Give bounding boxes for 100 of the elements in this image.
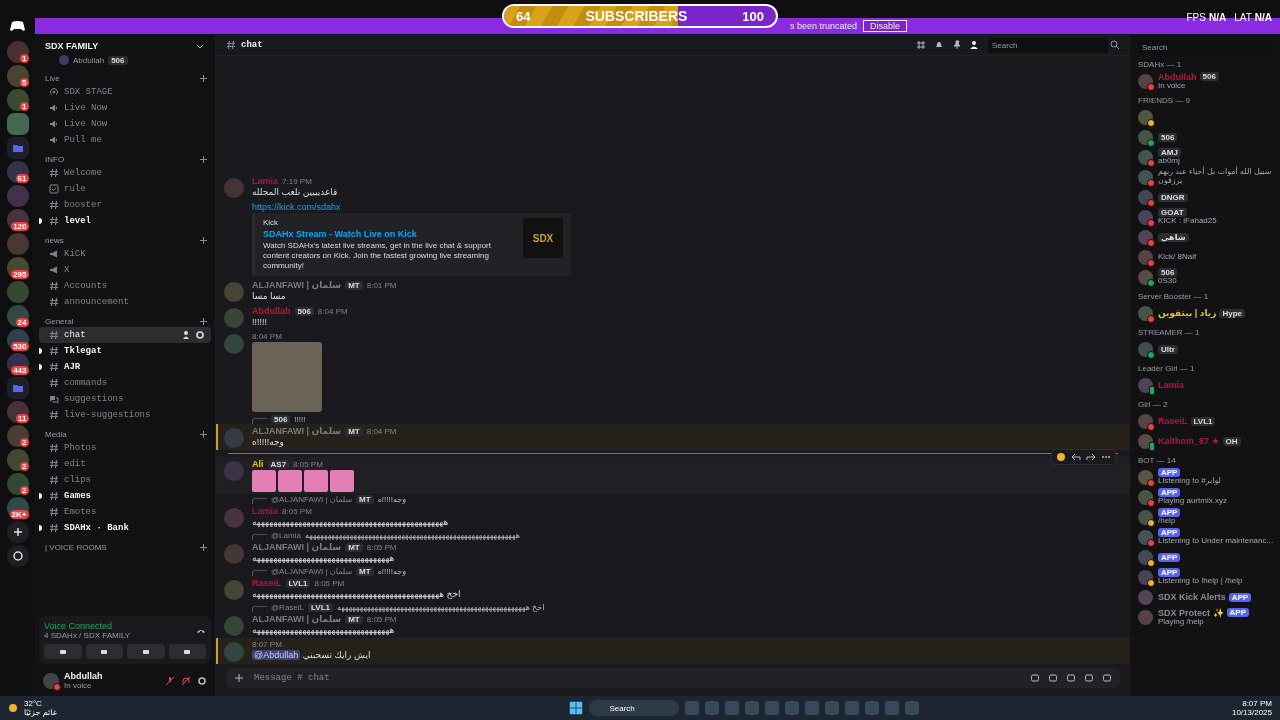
plus-icon[interactable] (200, 544, 207, 551)
server-icon[interactable]: 443 (6, 353, 29, 375)
member-name[interactable]: Abdullah (1158, 71, 1197, 82)
server-folder[interactable] (6, 377, 29, 399)
reply-preview[interactable]: هههههههههههههههههههههههههههههههههههههههههههههههههههههههههه (304, 530, 520, 540)
settings-icon[interactable] (195, 330, 205, 340)
bell-icon[interactable] (934, 40, 944, 50)
server-icon[interactable]: 24 (6, 305, 29, 327)
forward-icon[interactable] (1086, 452, 1096, 462)
category-header[interactable]: General (45, 317, 74, 326)
windows-start-icon[interactable] (569, 701, 584, 715)
channel-item[interactable]: SDAHx · Bank (39, 520, 211, 536)
category-header[interactable]: Media (45, 430, 67, 439)
server-icon[interactable]: 2 (6, 473, 29, 495)
server-icon[interactable]: 61 (6, 161, 29, 183)
user-avatar[interactable] (1138, 413, 1153, 429)
author-name[interactable]: Ali (252, 459, 264, 469)
channel-item[interactable]: Welcome (39, 165, 211, 181)
user-avatar[interactable] (1138, 341, 1153, 357)
server-icon[interactable]: 11 (6, 401, 29, 423)
reply-preview[interactable]: !!!!! (294, 414, 306, 424)
channel-item[interactable]: rule (39, 181, 211, 197)
channel-item[interactable]: SDX STAGE (39, 84, 211, 100)
channel-item[interactable]: Live Now (39, 100, 211, 116)
channel-item[interactable]: level (39, 213, 211, 229)
user-avatar[interactable] (1138, 169, 1153, 185)
headphones-muted-icon[interactable] (181, 675, 191, 686)
reaction-icon[interactable] (1056, 452, 1066, 462)
server-name[interactable]: SDX FAMILY (45, 41, 99, 51)
microphone-muted-icon[interactable] (165, 675, 175, 686)
user-avatar[interactable] (1138, 433, 1153, 449)
user-avatar[interactable] (1138, 549, 1153, 565)
member-name[interactable]: SDX Protect ✨ (1158, 607, 1224, 618)
soundboard-button[interactable] (168, 644, 206, 659)
message-input[interactable]: Message # chat (252, 672, 1022, 684)
user-avatar[interactable] (1138, 489, 1153, 505)
channel-item[interactable]: Accounts (39, 278, 211, 294)
server-icon[interactable]: 2 (6, 449, 29, 471)
reply-author[interactable]: @ALJANFAWI | سلمان (271, 494, 353, 504)
channel-item[interactable]: commands (39, 375, 211, 391)
member-name[interactable]: Kalthom_87 ★ (1158, 436, 1220, 446)
member-name[interactable]: SDX Kick Alerts (1158, 592, 1226, 602)
reply-author[interactable]: @RaseiL (271, 602, 305, 612)
user-avatar[interactable] (1138, 305, 1153, 321)
user-avatar[interactable] (1138, 509, 1153, 525)
discover-button[interactable] (6, 545, 29, 567)
channel-item[interactable]: chat (39, 327, 211, 343)
activity-button[interactable] (127, 644, 165, 659)
channel-item[interactable]: Games (39, 488, 211, 504)
server-icon[interactable]: 5 (6, 65, 29, 87)
user-avatar[interactable] (1138, 229, 1153, 245)
disable-button[interactable]: Disable (863, 20, 908, 32)
member-name[interactable]: RaseiL (1158, 416, 1188, 426)
plus-icon[interactable] (200, 431, 207, 438)
channel-item[interactable]: live-suggestions (39, 407, 211, 423)
category-header[interactable]: news (45, 236, 64, 245)
user-avatar[interactable] (1138, 189, 1153, 205)
channel-item[interactable]: AJR (39, 359, 211, 375)
plus-icon[interactable] (200, 75, 207, 82)
user-avatar[interactable] (1138, 569, 1153, 585)
channel-item[interactable]: KiCK (39, 246, 211, 262)
weather-icon[interactable] (8, 703, 18, 713)
reply-preview[interactable]: اخخ هههههههههههههههههههههههههههههههههههههههههههههههههههه (337, 602, 545, 612)
members-icon[interactable] (970, 40, 980, 50)
user-avatar[interactable] (1138, 269, 1153, 285)
channel-item[interactable]: edit (39, 456, 211, 472)
search-field[interactable]: Search (1138, 40, 1272, 55)
user-avatar[interactable] (43, 672, 59, 689)
reply-preview[interactable]: وجه!!!!!ه (377, 494, 407, 504)
author-name[interactable]: Abdullah (252, 306, 291, 316)
composer-bar[interactable]: Message # chat (226, 668, 1120, 688)
channel-item[interactable]: booster (39, 197, 211, 213)
reply-author[interactable]: @Lamia (271, 530, 301, 540)
message-link[interactable]: https://kick.com/sdahx (252, 202, 571, 212)
channel-item[interactable]: clips (39, 472, 211, 488)
search-field[interactable]: Search (988, 37, 1108, 53)
plus-icon[interactable] (200, 237, 207, 244)
channel-item[interactable]: announcement (39, 294, 211, 310)
author-name[interactable]: ALJANFAWI | سلمان (252, 426, 342, 436)
user-avatar[interactable] (1138, 377, 1153, 393)
search-icon[interactable] (1110, 40, 1120, 50)
embed-title[interactable]: SDAHx Stream - Watch Live on Kick (263, 229, 515, 239)
category-header[interactable]: | VOICE ROOMS (45, 543, 107, 552)
plus-icon[interactable] (200, 156, 207, 163)
server-icon[interactable]: 120 (6, 209, 29, 231)
user-avatar[interactable] (1138, 529, 1153, 545)
server-icon[interactable]: 295 (6, 257, 29, 279)
user-avatar[interactable] (1138, 109, 1153, 125)
author-name[interactable]: ALJANFAWI | سلمان (252, 614, 342, 624)
channel-item[interactable]: Pull me (39, 132, 211, 148)
user-avatar[interactable] (1138, 129, 1153, 145)
category-header[interactable]: INFO (45, 155, 65, 164)
server-icon[interactable]: 530 (6, 329, 29, 351)
user-avatar[interactable] (1138, 149, 1153, 165)
user-avatar[interactable] (1138, 73, 1153, 89)
settings-icon[interactable] (197, 675, 207, 686)
screen-share-button[interactable] (85, 644, 123, 659)
user-avatar[interactable] (1138, 209, 1153, 225)
channel-item[interactable]: Emotes (39, 504, 211, 520)
plus-icon[interactable] (234, 673, 244, 683)
